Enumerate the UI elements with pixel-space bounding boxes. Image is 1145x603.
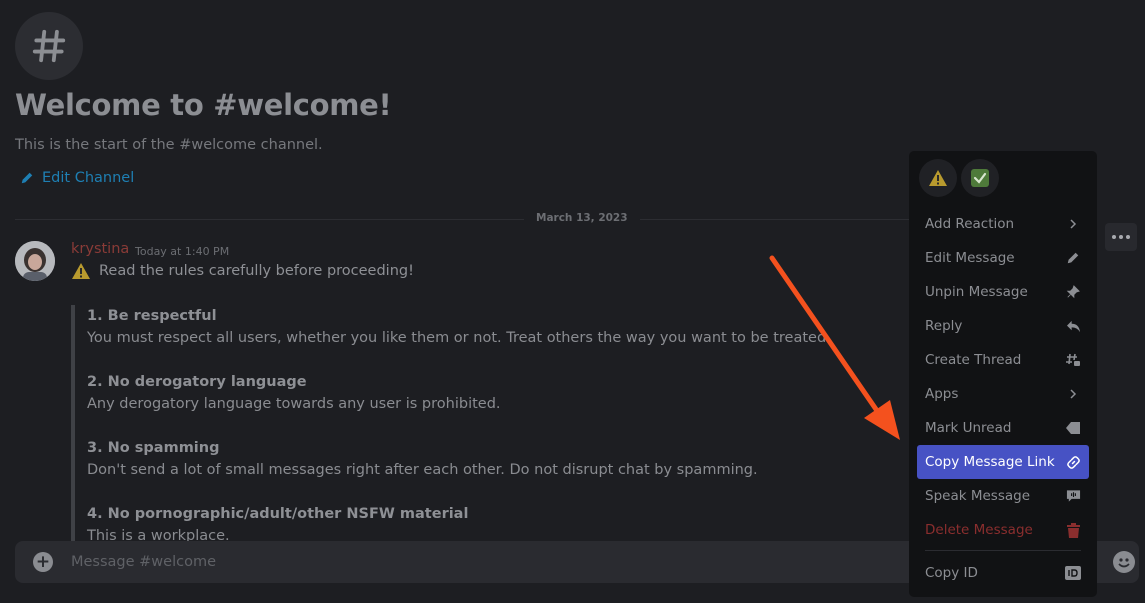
rule-title: 4. No pornographic/adult/other NSFW mate…: [87, 506, 469, 522]
rule-title: 2. No derogatory language: [87, 374, 307, 390]
menu-label: Mark Unread: [925, 420, 1012, 436]
reaction-warning-button[interactable]: [919, 159, 957, 197]
rule-title: 3. No spamming: [87, 440, 220, 456]
trash-icon: [1065, 522, 1081, 538]
menu-label: Edit Message: [925, 250, 1015, 266]
link-icon: [1065, 454, 1081, 470]
check-mark-emoji-icon: [971, 169, 989, 187]
menu-edit-message[interactable]: Edit Message: [917, 241, 1089, 275]
menu-label: Add Reaction: [925, 216, 1015, 232]
message-timestamp: Today at 1:40 PM: [135, 245, 230, 258]
menu-label: Copy Message Link: [925, 454, 1055, 470]
hash-icon: [32, 29, 66, 63]
menu-label: Speak Message: [925, 488, 1030, 504]
menu-speak-message[interactable]: Speak Message: [917, 479, 1089, 513]
pencil-icon: [1065, 250, 1081, 266]
menu-copy-message-link[interactable]: Copy Message Link: [917, 445, 1089, 479]
chevron-right-icon: [1065, 386, 1081, 402]
menu-add-reaction[interactable]: Add Reaction: [917, 207, 1089, 241]
welcome-title: Welcome to #welcome!: [15, 88, 392, 122]
add-attachment-icon[interactable]: +: [33, 552, 53, 572]
menu-label: Unpin Message: [925, 284, 1028, 300]
edit-channel-label: Edit Channel: [42, 170, 135, 186]
menu-create-thread[interactable]: Create Thread: [917, 343, 1089, 377]
chevron-right-icon: [1065, 216, 1081, 232]
reaction-check-button[interactable]: [961, 159, 999, 197]
rule-item: 3. No spamming Don't send a lot of small…: [87, 437, 921, 481]
emoji-icon[interactable]: [1113, 551, 1135, 573]
unread-icon: [1065, 420, 1081, 436]
rule-item: 2. No derogatory language Any derogatory…: [87, 371, 921, 415]
menu-delete-message[interactable]: Delete Message: [917, 513, 1089, 547]
warning-icon: [72, 263, 90, 279]
menu-label: Create Thread: [925, 352, 1022, 368]
edit-channel-link[interactable]: Edit Channel: [20, 170, 134, 186]
rule-body: You must respect all users, whether you …: [87, 330, 831, 346]
avatar[interactable]: [15, 241, 55, 281]
menu-copy-id[interactable]: Copy ID: [917, 556, 1089, 590]
message-context-menu: Add Reaction Edit Message Unpin Message …: [909, 151, 1097, 597]
warning-emoji-icon: [929, 170, 947, 186]
message-first-line: Read the rules carefully before proceedi…: [71, 262, 414, 280]
rules-blockquote: 1. Be respectful You must respect all us…: [71, 305, 921, 545]
message-author[interactable]: krystina: [71, 241, 129, 257]
menu-mark-unread[interactable]: Mark Unread: [917, 411, 1089, 445]
menu-unpin-message[interactable]: Unpin Message: [917, 275, 1089, 309]
divider-date: March 13, 2023: [524, 212, 640, 224]
menu-label: Delete Message: [925, 522, 1033, 538]
more-dots-icon: [1112, 235, 1116, 239]
reply-icon: [1065, 318, 1081, 334]
id-icon: [1065, 565, 1081, 581]
message-input[interactable]: [71, 551, 471, 573]
menu-label: Reply: [925, 318, 963, 334]
message-text: Read the rules carefully before proceedi…: [99, 263, 414, 279]
speak-icon: [1065, 488, 1081, 504]
rule-body: Any derogatory language towards any user…: [87, 396, 501, 412]
more-dots-icon: [1126, 235, 1130, 239]
more-options-button[interactable]: [1105, 223, 1137, 251]
pin-icon: [1065, 284, 1081, 300]
menu-reply[interactable]: Reply: [917, 309, 1089, 343]
channel-hash-badge: [15, 12, 83, 80]
menu-apps[interactable]: Apps: [917, 377, 1089, 411]
quick-reactions: [919, 159, 1089, 197]
pencil-icon: [21, 172, 33, 184]
menu-label: Copy ID: [925, 565, 978, 581]
rule-item: 1. Be respectful You must respect all us…: [87, 305, 921, 349]
rule-item: 4. No pornographic/adult/other NSFW mate…: [87, 503, 921, 545]
menu-label: Apps: [925, 386, 959, 402]
more-dots-icon: [1119, 235, 1123, 239]
rule-title: 1. Be respectful: [87, 308, 217, 324]
menu-separator: [925, 550, 1081, 551]
rule-body: Don't send a lot of small messages right…: [87, 462, 758, 478]
thread-icon: [1065, 352, 1081, 368]
welcome-subtitle: This is the start of the #welcome channe…: [15, 137, 323, 153]
